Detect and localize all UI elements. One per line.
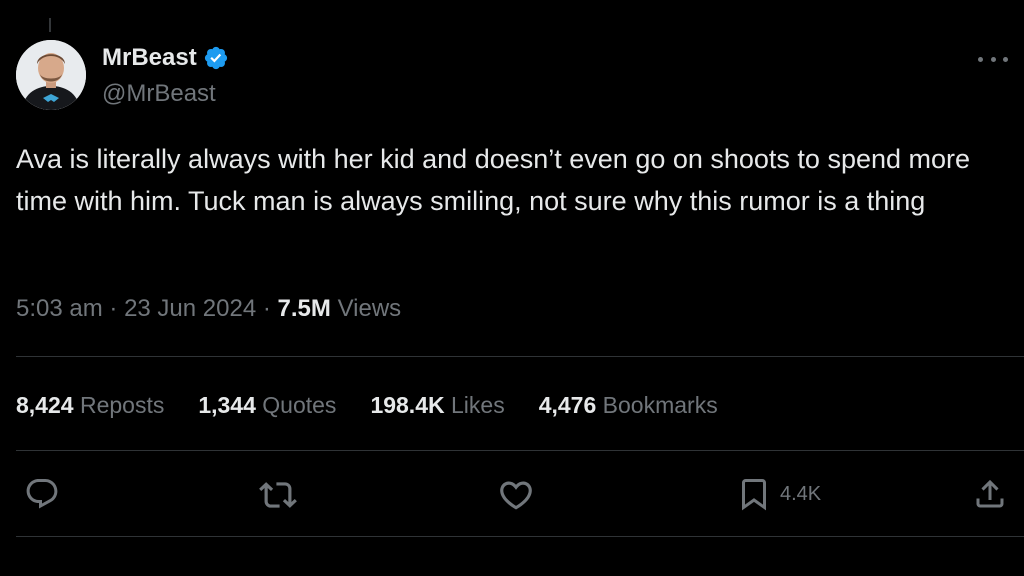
more-options-icon[interactable] <box>978 52 1008 66</box>
views-label: Views <box>337 295 402 322</box>
stat-count: 1,344 <box>198 392 256 418</box>
tweet-time[interactable]: 5:03 am <box>16 295 103 322</box>
tweet-date[interactable]: 23 Jun 2024 <box>124 295 256 322</box>
action-bar: 4.4K <box>0 470 1024 518</box>
avatar[interactable] <box>16 40 86 110</box>
views-count[interactable]: 7.5M <box>278 295 331 322</box>
thread-connector-line <box>49 18 51 32</box>
like-button[interactable] <box>497 476 535 514</box>
tweet-text: Ava is literally always with her kid and… <box>16 144 978 216</box>
share-icon <box>976 479 1004 508</box>
display-name[interactable]: MrBeast <box>102 44 197 72</box>
meta-separator: · <box>109 295 118 322</box>
stat-count: 198.4K <box>370 392 445 418</box>
avatar-image <box>16 40 86 110</box>
stat-count: 8,424 <box>16 392 74 418</box>
stat-reposts[interactable]: 8,424 Reposts <box>16 388 164 422</box>
verified-badge-icon[interactable] <box>203 45 229 71</box>
stat-quotes[interactable]: 1,344 Quotes <box>198 388 336 422</box>
name-row: MrBeast <box>102 44 229 72</box>
stat-label: Bookmarks <box>602 392 718 418</box>
stat-label: Quotes <box>262 392 337 418</box>
bookmark-count: 4.4K <box>780 482 822 505</box>
divider <box>16 450 1024 451</box>
tweet-meta: 5:03 am · 23 Jun 2024 · 7.5M Views <box>16 292 401 326</box>
stat-label: Likes <box>451 392 505 418</box>
stat-likes[interactable]: 198.4K Likes <box>370 388 504 422</box>
share-button[interactable] <box>972 476 1008 512</box>
stat-label: Reposts <box>79 392 165 418</box>
meta-separator: · <box>262 295 271 322</box>
repost-button[interactable] <box>259 476 297 514</box>
reply-button[interactable] <box>24 476 60 512</box>
stat-count: 4,476 <box>538 392 597 418</box>
user-handle[interactable]: @MrBeast <box>102 80 216 108</box>
bookmark-button[interactable]: 4.4K <box>736 476 821 512</box>
repost-icon <box>259 482 297 508</box>
divider <box>16 536 1024 537</box>
bookmark-icon <box>742 479 766 511</box>
divider <box>16 356 1024 357</box>
engagement-stats: 8,424 Reposts 1,344 Quotes 198.4K Likes … <box>16 388 718 422</box>
tweet-header: MrBeast @MrBeast <box>16 40 1008 112</box>
heart-icon <box>500 481 532 510</box>
reply-icon <box>26 479 58 509</box>
stat-bookmarks[interactable]: 4,476 Bookmarks <box>539 388 718 422</box>
